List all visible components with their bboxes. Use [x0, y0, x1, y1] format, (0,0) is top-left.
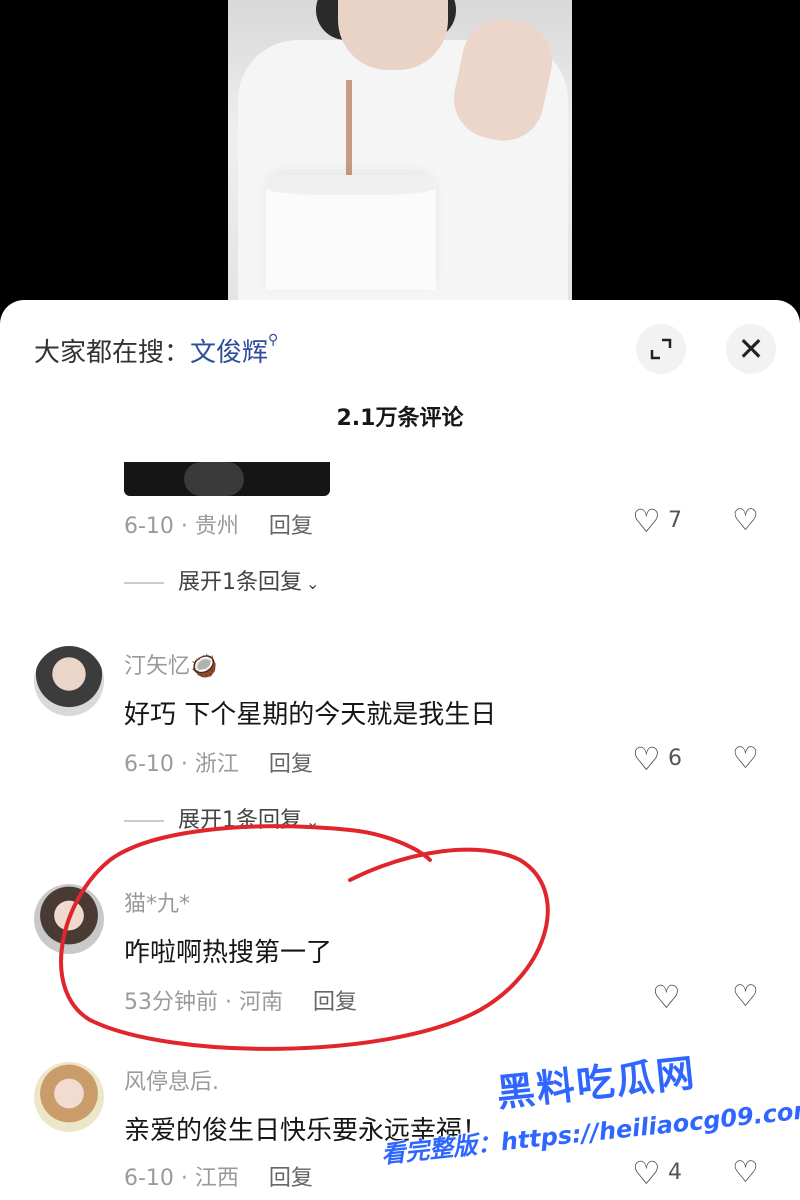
heart-outline-icon[interactable]: ♡ — [632, 743, 661, 775]
avatar[interactable] — [34, 646, 104, 716]
heart-outline-icon[interactable]: ♡ — [632, 505, 661, 537]
comment-text: 好巧 下个星期的今天就是我生日 — [124, 700, 497, 730]
expand-replies[interactable]: 展开1条回复 ⌄ — [124, 802, 319, 834]
comment-meta: 6-10 · 贵州 回复 — [124, 514, 313, 539]
reply-button[interactable]: 回复 — [269, 1166, 313, 1191]
expand-button[interactable] — [636, 324, 686, 374]
comment-count: 2.1万条评论 — [336, 406, 464, 431]
broken-heart-icon[interactable]: ♡ — [732, 743, 759, 775]
broken-heart-icon[interactable]: ♡ — [732, 505, 759, 537]
reply-button[interactable]: 回复 — [313, 990, 357, 1015]
video-thumbnail — [228, 0, 572, 300]
close-icon: ✕ — [737, 330, 765, 368]
close-button[interactable]: ✕ — [726, 324, 776, 374]
like-count: 7 — [668, 508, 682, 533]
expand-replies[interactable]: 展开1条回复 ⌄ — [124, 564, 319, 596]
comment-meta: 53分钟前 · 河南 回复 — [124, 990, 357, 1015]
reply-button[interactable]: 回复 — [269, 514, 313, 539]
comment-text: 咋啦啊热搜第一了 — [124, 938, 333, 968]
expand-icon — [650, 338, 672, 360]
username[interactable]: 风停息后. — [124, 1064, 219, 1096]
comment-sheet: 大家都在搜：文俊辉⚲ ✕ 2.1万条评论 6-10 · 贵州 回复 ♡ 7 ♡ 展… — [0, 300, 800, 1200]
broken-heart-icon[interactable]: ♡ — [732, 981, 759, 1013]
search-suggestion[interactable]: 大家都在搜：文俊辉⚲ — [34, 332, 278, 369]
search-keyword[interactable]: 文俊辉 — [190, 338, 268, 368]
reply-button[interactable]: 回复 — [269, 752, 313, 777]
username[interactable]: 汀矢忆🥥 — [124, 648, 217, 680]
comment-meta: 6-10 · 江西 回复 — [124, 1166, 313, 1191]
search-prefix: 大家都在搜： — [34, 338, 191, 368]
cake-image — [266, 175, 436, 290]
like-count: 6 — [668, 746, 682, 771]
comment-image[interactable] — [124, 462, 330, 496]
chevron-down-icon: ⌄ — [306, 812, 320, 831]
chevron-down-icon: ⌄ — [306, 574, 320, 593]
watermark: 黑料吃瓜网 看完整版：https://heiliaocg09.com — [380, 1051, 800, 1192]
video-area[interactable] — [0, 0, 800, 320]
avatar[interactable] — [34, 1062, 104, 1132]
username[interactable]: 猫*九* — [124, 886, 190, 918]
heart-outline-icon[interactable]: ♡ — [652, 981, 681, 1013]
comment-meta: 6-10 · 浙江 回复 — [124, 752, 313, 777]
avatar[interactable] — [34, 884, 104, 954]
search-icon: ⚲ — [268, 332, 279, 348]
